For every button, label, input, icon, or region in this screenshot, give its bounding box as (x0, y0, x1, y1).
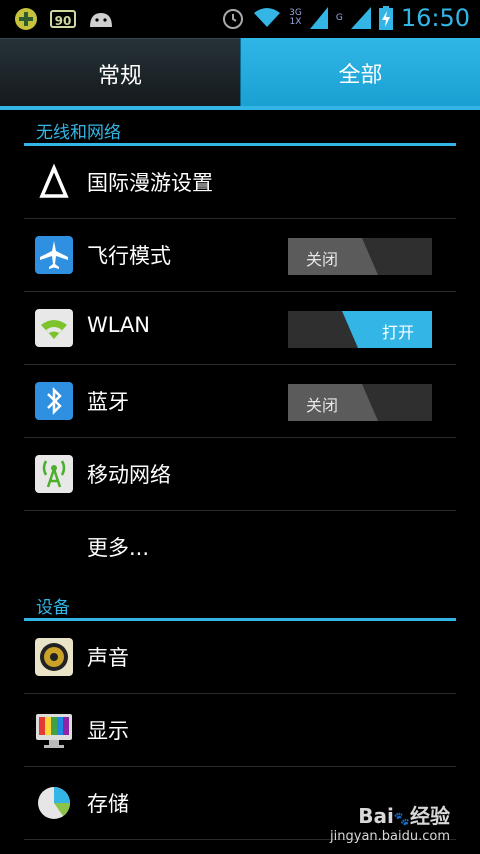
wlan-toggle[interactable]: 打开 (288, 311, 432, 348)
watermark-url: jingyan.baidu.com (330, 829, 450, 844)
signal-icon-2 (350, 7, 371, 29)
network-type-g: G (335, 12, 343, 23)
setting-label: 声音 (87, 646, 129, 670)
section-header-device: 设备 (24, 587, 456, 621)
setting-label: 更多... (87, 536, 150, 560)
wifi-icon (254, 8, 281, 27)
section-divider (24, 618, 456, 621)
setting-display[interactable]: 显示 (24, 695, 456, 767)
row-divider (24, 437, 456, 438)
setting-mobile-network[interactable]: 移动网络 (24, 439, 456, 511)
row-divider (24, 693, 456, 694)
bluetooth-icon (35, 382, 73, 420)
setting-label: WLAN (87, 313, 151, 337)
toggle-state-label: 关闭 (306, 250, 339, 269)
wifi-settings-icon (35, 309, 73, 347)
setting-label: 移动网络 (87, 463, 171, 487)
watermark-brand-2: 经验 (410, 804, 450, 828)
roaming-triangle-icon (39, 163, 69, 198)
row-divider (24, 510, 456, 511)
tab-bar: 常规 全部 (0, 38, 480, 108)
setting-airplane-mode[interactable]: 飞行模式 关闭 (24, 220, 456, 292)
setting-label: 存储 (87, 792, 129, 816)
signal-icon (309, 7, 328, 29)
setting-sound[interactable]: 声音 (24, 622, 456, 694)
row-divider (24, 364, 456, 365)
tab-all[interactable]: 全部 (240, 38, 480, 108)
section-title: 设备 (36, 598, 70, 618)
network-type-3g: 3G 1X (289, 8, 302, 27)
setting-label: 国际漫游设置 (87, 171, 213, 195)
app-notification-icon (15, 8, 37, 30)
mobile-network-icon (35, 455, 73, 493)
setting-label: 蓝牙 (87, 390, 129, 414)
display-monitor-icon (36, 714, 72, 748)
status-bar: 90 3G 1X G 16:50 (0, 0, 480, 38)
airplane-icon (35, 236, 73, 274)
watermark-brand: Bai (358, 804, 394, 828)
alarm-icon (223, 9, 244, 29)
toggle-state-label: 打开 (381, 323, 414, 342)
tab-indicator (0, 106, 480, 110)
setting-wlan[interactable]: WLAN 打开 (24, 293, 456, 365)
clock: 16:50 (400, 4, 470, 32)
storage-pie-icon (38, 787, 70, 819)
section-header-wireless: 无线和网络 (24, 112, 456, 146)
setting-more[interactable]: 更多... (24, 512, 456, 584)
row-divider (24, 291, 456, 292)
row-divider (24, 218, 456, 219)
setting-label: 飞行模式 (87, 244, 171, 268)
section-divider (24, 143, 456, 146)
setting-bluetooth[interactable]: 蓝牙 关闭 (24, 366, 456, 438)
toggle-state-label: 关闭 (306, 396, 339, 415)
row-divider (24, 766, 456, 767)
tab-general[interactable]: 常规 (0, 38, 240, 108)
section-title: 无线和网络 (36, 123, 121, 143)
setting-roaming[interactable]: 国际漫游设置 (24, 147, 456, 219)
android-icon (90, 13, 112, 27)
bluetooth-toggle[interactable]: 关闭 (288, 384, 432, 421)
setting-label: 显示 (87, 719, 129, 743)
airplane-mode-toggle[interactable]: 关闭 (288, 238, 432, 275)
battery-charging-icon (378, 6, 393, 30)
battery-percent-icon: 90 (50, 10, 76, 28)
baidu-watermark: Bai🐾经验 jingyan.baidu.com (330, 804, 450, 844)
speaker-icon (35, 638, 73, 676)
